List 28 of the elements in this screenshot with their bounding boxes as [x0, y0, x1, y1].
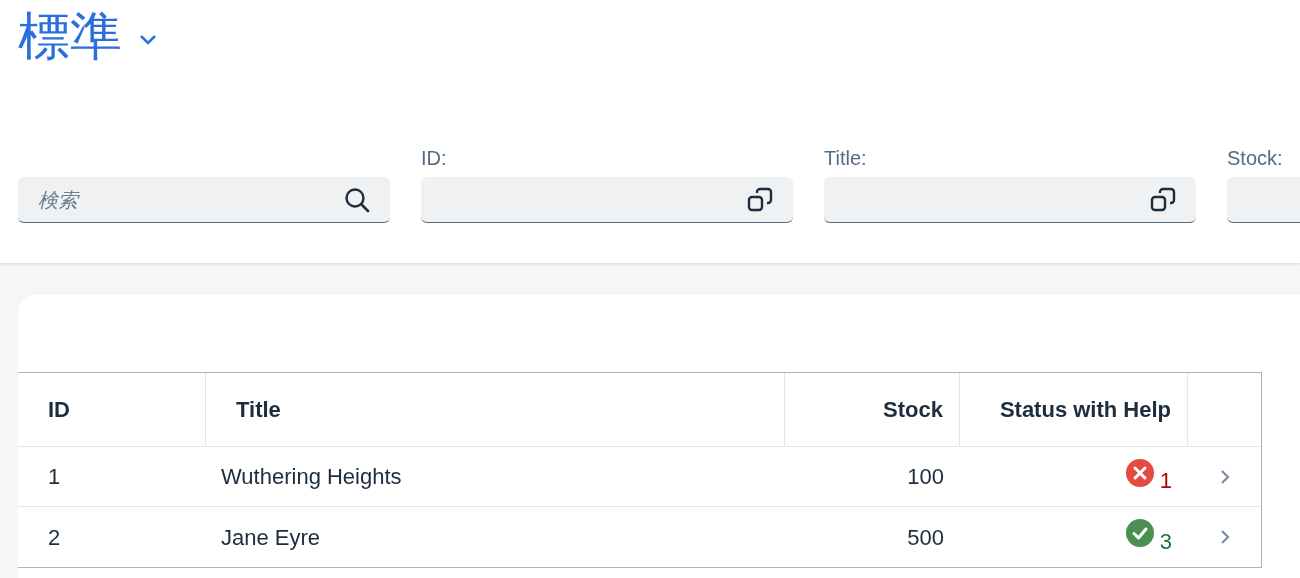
search-input[interactable]: 検索: [38, 184, 298, 215]
table-cell-text: 2: [48, 523, 61, 552]
filter-field[interactable]: [824, 177, 1196, 223]
column-header: Title: [236, 396, 281, 424]
column-header: Stock: [883, 396, 943, 424]
filter-label: Stock:: [1227, 147, 1283, 169]
variant-title: 標準: [18, 6, 122, 67]
table-cell-text: 100: [907, 463, 944, 491]
filter-label: ID:: [421, 147, 447, 169]
table-cell-text: 500: [907, 523, 944, 552]
search-icon[interactable]: [344, 186, 370, 213]
value-help-icon[interactable]: [1150, 186, 1176, 213]
chevron-right-icon[interactable]: [1219, 468, 1230, 485]
table-cell-text: Jane Eyre: [221, 523, 321, 552]
filter-label: Title:: [824, 147, 867, 169]
table-row[interactable]: 1 Wuthering Heights 100 1: [18, 447, 1261, 507]
filter-field[interactable]: [421, 177, 793, 223]
chevron-down-icon[interactable]: [138, 33, 158, 47]
column-header: Status with Help: [999, 396, 1171, 424]
chevron-right-icon[interactable]: [1219, 529, 1230, 545]
search-field[interactable]: 検索: [18, 177, 390, 223]
value-help-icon[interactable]: [747, 186, 773, 213]
table-cell-text: Wuthering Heights: [221, 463, 402, 491]
column-header: ID: [48, 396, 70, 424]
table-cell-text: 1: [48, 463, 61, 491]
status-value: 3: [1159, 527, 1172, 556]
status-value: 1: [1159, 467, 1172, 495]
table-row[interactable]: 2 Jane Eyre 500 3: [18, 507, 1261, 567]
